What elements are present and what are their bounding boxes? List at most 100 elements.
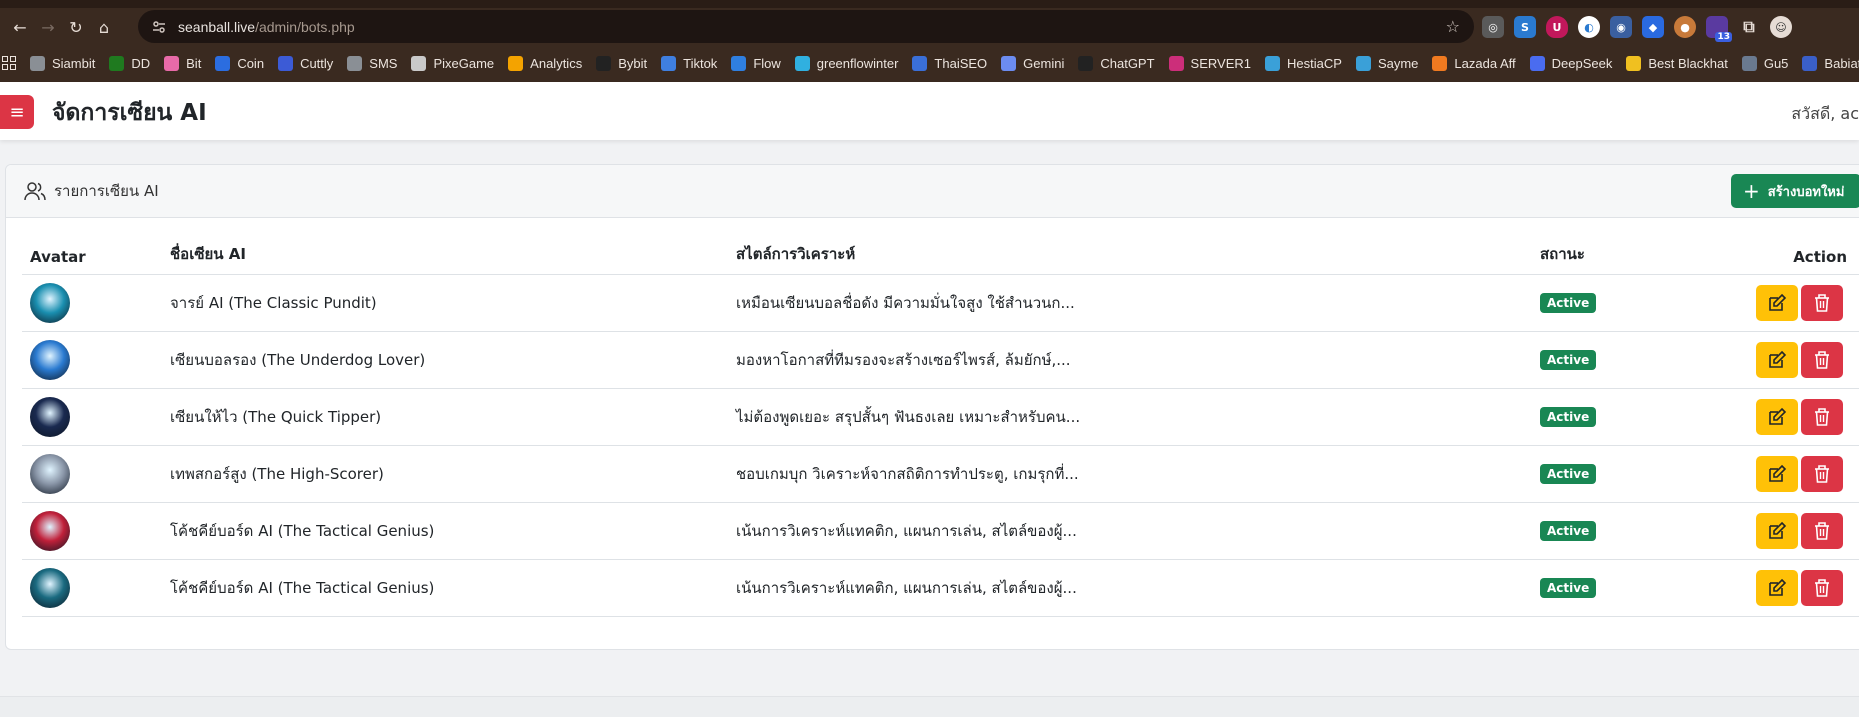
edit-icon (1767, 293, 1787, 313)
extension-icon[interactable]: S (1514, 16, 1536, 38)
delete-button[interactable] (1801, 285, 1843, 321)
bookmark-label: Bit (186, 55, 202, 71)
status-cell: Active (1540, 332, 1597, 388)
user-greeting[interactable]: สวัสดี, ac (1791, 102, 1859, 127)
avatar (30, 340, 70, 380)
bookmark-item[interactable]: Bybit (596, 55, 648, 71)
bookmark-item[interactable]: Best Blackhat (1626, 55, 1728, 71)
page-footer (0, 696, 1859, 717)
extension-icon[interactable]: ◎ (1482, 16, 1504, 38)
extension-icon[interactable]: 13 (1706, 16, 1732, 42)
bookmark-favicon-icon (1265, 55, 1281, 71)
bookmark-item[interactable]: Siambit (30, 55, 96, 71)
bookmark-favicon-icon (278, 55, 294, 71)
bookmark-item[interactable]: Flow (731, 55, 781, 71)
back-icon[interactable]: ← (6, 13, 34, 41)
delete-button[interactable] (1801, 513, 1843, 549)
bookmark-label: Cuttly (300, 55, 334, 71)
edit-button[interactable] (1756, 456, 1798, 492)
bookmark-label: SERVER1 (1190, 55, 1252, 71)
trash-icon (1813, 350, 1831, 370)
url-path: /admin/bots.php (255, 18, 355, 35)
extension-icon[interactable]: ◉ (1610, 16, 1632, 38)
create-bot-button[interactable]: + สร้างบอทใหม่ (1731, 174, 1859, 208)
delete-button[interactable] (1801, 570, 1843, 606)
bookmark-favicon-icon (794, 55, 810, 71)
url-host: seanball.live (178, 18, 256, 35)
shield-extension-icon[interactable]: U (1546, 16, 1568, 38)
trash-icon (1813, 407, 1831, 427)
bookmark-label: ThaiSEO (934, 55, 988, 71)
bookmark-item[interactable]: Coin (215, 55, 264, 71)
edit-button[interactable] (1756, 570, 1798, 606)
status-badge: Active (1540, 293, 1597, 313)
bookmark-favicon-icon (1355, 55, 1371, 71)
create-bot-label: สร้างบอทใหม่ (1767, 184, 1845, 200)
bookmark-item[interactable]: Bit (164, 55, 202, 71)
bookmark-star-icon[interactable]: ☆ (1446, 17, 1460, 36)
delete-button[interactable] (1801, 342, 1843, 378)
bookmark-item[interactable]: Analytics (508, 55, 582, 71)
bookmark-item[interactable]: Lazada Aff (1432, 55, 1516, 71)
menu-toggle-button[interactable]: ≡ (0, 95, 34, 129)
cookie-extension-icon[interactable]: ● (1674, 16, 1696, 38)
bookmark-item[interactable]: PixeGame (411, 55, 494, 71)
edit-button[interactable] (1756, 399, 1798, 435)
delete-button[interactable] (1801, 399, 1843, 435)
reload-icon[interactable]: ↻ (62, 13, 90, 41)
status-badge: Active (1540, 521, 1597, 541)
bookmark-favicon-icon (508, 55, 524, 71)
bookmark-item[interactable]: Cuttly (278, 55, 334, 71)
bookmark-item[interactable]: SMS (347, 55, 397, 71)
bookmark-item[interactable]: HestiaCP (1265, 55, 1342, 71)
bookmark-item[interactable]: DeepSeek (1529, 55, 1612, 71)
bookmark-label: Tiktok (683, 55, 718, 71)
extension-icon[interactable]: ◐ (1578, 16, 1600, 38)
edit-button[interactable] (1756, 513, 1798, 549)
bot-name: โค้ชคีย์บอร์ด AI (The Tactical Genius) (170, 522, 435, 540)
bookmark-favicon-icon (411, 55, 427, 71)
bookmark-label: DD (131, 55, 151, 71)
bookmark-favicon-icon (1741, 55, 1757, 71)
status-badge: Active (1540, 350, 1597, 370)
bookmark-item[interactable]: Sayme (1355, 55, 1418, 71)
bookmark-item[interactable]: Gu5 (1741, 55, 1789, 71)
apps-grid-icon[interactable] (2, 56, 16, 70)
address-bar[interactable]: seanball.live/admin/bots.php ☆ (138, 10, 1474, 43)
col-name: ชื่อเซียน AI (170, 245, 246, 263)
url-text: seanball.live/admin/bots.php (178, 19, 355, 35)
home-icon[interactable]: ⌂ (90, 13, 118, 41)
edit-icon (1767, 464, 1787, 484)
bookmark-favicon-icon (30, 55, 45, 71)
site-info-icon[interactable] (150, 18, 168, 36)
avatar (30, 454, 70, 494)
avatar[interactable]: ☺ (1770, 16, 1792, 38)
extensions-area: ◎ S U ◐ ◉ ◆ ● 13 ⧉ ☺ (1482, 12, 1792, 42)
trash-icon (1813, 464, 1831, 484)
bookmark-label: Gu5 (1763, 55, 1789, 71)
avatar (30, 397, 70, 437)
bookmark-item[interactable]: Babiato (1802, 55, 1859, 71)
bookmark-item[interactable]: greenflowinter (794, 55, 898, 71)
page-title: จัดการเซียน AI (52, 100, 207, 126)
bookmark-item[interactable]: ThaiSEO (912, 55, 988, 71)
bookmark-item[interactable]: Tiktok (661, 55, 718, 71)
bot-style: เน้นการวิเคราะห์แทคติก, แผนการเล่น, สไตล… (736, 522, 1077, 540)
tag-extension-icon[interactable]: ◆ (1642, 16, 1664, 38)
bookmark-favicon-icon (1001, 55, 1017, 71)
bookmark-favicon-icon (1432, 55, 1448, 71)
table-row: โค้ชคีย์บอร์ด AI (The Tactical Genius) เน… (22, 503, 1859, 560)
edit-button[interactable] (1756, 285, 1798, 321)
avatar-cell (30, 389, 70, 445)
bookmark-item[interactable]: Gemini (1001, 55, 1064, 71)
forward-icon[interactable]: → (34, 13, 62, 41)
edit-button[interactable] (1756, 342, 1798, 378)
bookmark-item[interactable]: SERVER1 (1168, 55, 1252, 71)
bookmark-label: Siambit (52, 55, 96, 71)
delete-button[interactable] (1801, 456, 1843, 492)
bookmark-label: Bybit (618, 55, 648, 71)
bookmark-item[interactable]: ChatGPT (1078, 55, 1155, 71)
puzzle-icon[interactable]: ⧉ (1738, 16, 1760, 38)
table-row: เทพสกอร์สูง (The High-Scorer) ชอบเกมบุก ว… (22, 446, 1859, 503)
bookmark-item[interactable]: DD (109, 55, 151, 71)
